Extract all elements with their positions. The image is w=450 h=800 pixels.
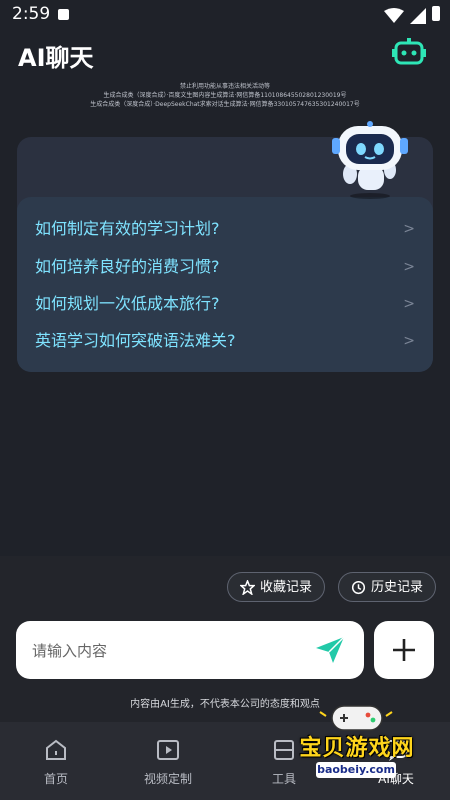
history-button[interactable]: 历史记录: [338, 572, 436, 602]
wifi-icon: [384, 8, 404, 23]
status-bar: 2:59: [0, 0, 450, 32]
favorites-label: 收藏记录: [260, 580, 313, 595]
tab-label: 视频定制: [143, 772, 192, 786]
message-input-placeholder: 请输入内容: [32, 642, 108, 660]
history-icon: [351, 580, 366, 595]
favorites-button[interactable]: 收藏记录: [227, 572, 325, 602]
suggestion-label: 如何培养良好的消费习惯?: [35, 257, 220, 276]
algorithm-notice: 禁止利用功能从事违法相关活动等 生成合成类（深度合成）·百度文生图内容生成算法·…: [0, 82, 450, 109]
robot-mascot-image: [332, 121, 408, 199]
add-button[interactable]: [374, 621, 434, 679]
watermark: 宝贝游戏网 baobeiy.com: [292, 700, 422, 790]
star-icon: [240, 580, 255, 595]
suggestion-label: 如何规划一次低成本旅行?: [35, 294, 220, 313]
plus-icon: [393, 639, 415, 661]
notice-line: 生成合成类（深度合成）·DeepSeekChat求索对话生成算法·网信算备330…: [90, 101, 360, 108]
video-icon: [157, 740, 179, 760]
suggestion-list: 如何制定有效的学习计划? > 如何培养良好的消费习惯? > 如何规划一次低成本旅…: [17, 197, 433, 372]
page-title: AI聊天: [18, 44, 94, 72]
notice-line: 禁止利用功能从事违法相关活动等: [179, 83, 270, 90]
suggestion-label: 如何制定有效的学习计划?: [35, 219, 220, 238]
watermark-text: 宝贝游戏网: [299, 736, 415, 761]
chevron-right-icon: >: [403, 259, 415, 275]
battery-icon: [432, 6, 440, 21]
chevron-right-icon: >: [403, 333, 415, 349]
history-label: 历史记录: [371, 580, 424, 595]
notification-app-icon: [58, 9, 69, 20]
chevron-right-icon: >: [403, 296, 415, 312]
notice-line: 生成合成类（深度合成）·百度文生图内容生成算法·网信算备110108645502…: [103, 92, 347, 99]
gamepad-logo-icon: [319, 705, 393, 731]
tab-home[interactable]: 首页: [16, 722, 96, 800]
home-icon: [46, 739, 66, 760]
suggestion-item[interactable]: 如何规划一次低成本旅行? >: [35, 291, 415, 317]
watermark-url: baobeiy.com: [316, 762, 396, 778]
message-input[interactable]: 请输入内容: [16, 621, 364, 679]
suggestion-item[interactable]: 英语学习如何突破语法难关? >: [35, 328, 415, 354]
robot-icon[interactable]: [392, 38, 426, 68]
suggestion-label: 英语学习如何突破语法难关?: [35, 331, 236, 350]
chevron-right-icon: >: [403, 221, 415, 237]
suggestion-item[interactable]: 如何培养良好的消费习惯? >: [35, 254, 415, 280]
tab-label: 首页: [43, 772, 68, 786]
signal-icon: [410, 8, 426, 24]
suggestion-item[interactable]: 如何制定有效的学习计划? >: [35, 216, 415, 242]
tab-video[interactable]: 视频定制: [128, 722, 208, 800]
send-icon[interactable]: [314, 635, 346, 665]
status-time: 2:59: [12, 4, 51, 24]
